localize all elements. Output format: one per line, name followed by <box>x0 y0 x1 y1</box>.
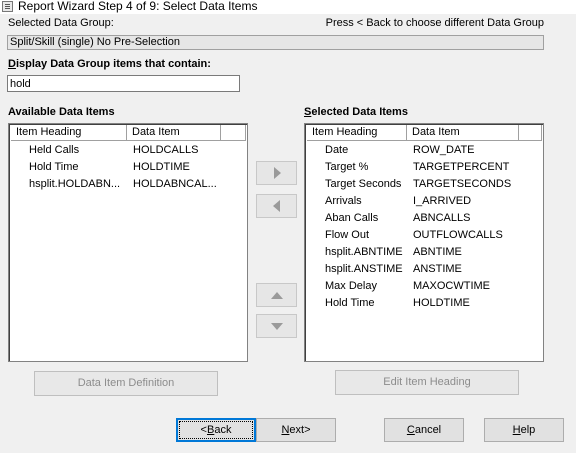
data-item: I_ARRIVED <box>413 195 472 207</box>
list-item[interactable]: Hold Time HOLDTIME <box>11 159 241 176</box>
available-col-item-heading[interactable]: Item Heading <box>11 125 127 141</box>
selected-col-filler <box>519 125 542 141</box>
data-item: HOLDTIME <box>133 161 190 173</box>
available-items-title: Available Data Items <box>8 106 115 118</box>
add-item-button[interactable] <box>256 161 297 185</box>
cancel-label-accel: C <box>406 424 415 436</box>
list-item[interactable]: hsplit.HOLDABN... HOLDABNCAL... <box>11 176 241 193</box>
right-arrow-icon <box>274 167 281 179</box>
data-item: ANSTIME <box>413 263 462 275</box>
help-label-accel: H <box>512 424 521 436</box>
cancel-button[interactable]: Cancel <box>384 418 464 442</box>
data-item-definition-button[interactable]: Data Item Definition <box>34 371 218 396</box>
next-button[interactable]: Next> <box>256 418 336 442</box>
available-col-data-item[interactable]: Data Item <box>127 125 221 141</box>
data-item: ABNTIME <box>413 246 462 258</box>
item-heading: Aban Calls <box>325 212 379 224</box>
item-heading: Arrivals <box>325 195 362 207</box>
item-heading: Hold Time <box>325 297 375 309</box>
list-item[interactable]: Date ROW_DATE <box>307 142 537 159</box>
item-heading: Date <box>325 144 349 156</box>
item-heading: Max Delay <box>325 280 377 292</box>
edit-item-heading-button[interactable]: Edit Item Heading <box>335 370 519 395</box>
item-heading: Flow Out <box>325 229 370 241</box>
filter-label-text: isplay Data Group items that contain: <box>15 58 211 70</box>
help-button[interactable]: Help <box>484 418 564 442</box>
available-items-list[interactable]: Item Heading Data Item Held Calls HOLDCA… <box>8 123 248 362</box>
data-item: TARGETSECONDS <box>413 178 512 190</box>
down-arrow-icon <box>271 323 283 330</box>
data-item: HOLDABNCAL... <box>133 178 217 190</box>
filter-input[interactable] <box>7 75 240 92</box>
list-item[interactable]: hsplit.ANSTIME ANSTIME <box>307 261 537 278</box>
data-item: TARGETPERCENT <box>413 161 510 173</box>
move-down-button[interactable] <box>256 314 297 338</box>
selected-col-item-heading[interactable]: Item Heading <box>307 125 407 141</box>
data-item: MAXOCWTIME <box>413 280 490 292</box>
back-button[interactable]: <Back <box>176 418 256 442</box>
data-item: ROW_DATE <box>413 144 475 156</box>
remove-item-button[interactable] <box>256 194 297 218</box>
data-item: ABNCALLS <box>413 212 471 224</box>
selected-items-title: Selected Data Items <box>304 106 408 118</box>
edit-item-heading-label: Edit Item Heading <box>383 376 471 388</box>
item-heading: Target % <box>325 161 369 173</box>
window-title: Report Wizard Step 4 of 9: Select Data I… <box>18 0 258 13</box>
help-label-rest: elp <box>520 424 536 436</box>
list-item[interactable]: hsplit.ABNTIME ABNTIME <box>307 244 537 261</box>
list-item[interactable]: Max Delay MAXOCWTIME <box>307 278 537 295</box>
app-icon <box>2 1 13 12</box>
filter-label: Display Data Group items that contain: <box>8 58 211 70</box>
item-heading: Target Seconds <box>325 178 402 190</box>
data-item: HOLDCALLS <box>133 144 199 156</box>
item-heading: hsplit.HOLDABN... <box>29 178 121 190</box>
back-label-rest: ack <box>214 424 232 436</box>
list-item[interactable]: Arrivals I_ARRIVED <box>307 193 537 210</box>
list-item[interactable]: Target % TARGETPERCENT <box>307 159 537 176</box>
title-bar: Report Wizard Step 4 of 9: Select Data I… <box>0 0 576 14</box>
list-item[interactable]: Target Seconds TARGETSECONDS <box>307 176 537 193</box>
data-item-definition-label: Data Item Definition <box>77 377 175 389</box>
left-arrow-icon <box>273 200 280 212</box>
filter-label-accel: D <box>8 58 16 70</box>
selected-group-label: Selected Data Group: <box>8 17 114 29</box>
cancel-label-rest: ancel <box>414 424 442 436</box>
up-arrow-icon <box>271 292 283 299</box>
selected-title-text: elected Data Items <box>311 106 408 118</box>
selected-col-data-item[interactable]: Data Item <box>407 125 519 141</box>
selected-items-list[interactable]: Item Heading Data Item Date ROW_DATE Targ… <box>304 123 544 362</box>
list-item[interactable]: Flow Out OUTFLOWCALLS <box>307 227 537 244</box>
list-item[interactable]: Held Calls HOLDCALLS <box>11 142 241 159</box>
item-heading: hsplit.ABNTIME <box>325 246 403 258</box>
data-item: HOLDTIME <box>413 297 470 309</box>
list-item[interactable]: Aban Calls ABNCALLS <box>307 210 537 227</box>
selected-group-field: Split/Skill (single) No Pre-Selection <box>7 35 544 50</box>
available-col-filler <box>221 125 246 141</box>
next-label-rest: ext> <box>289 424 311 436</box>
list-item[interactable]: Hold Time HOLDTIME <box>307 295 537 312</box>
back-hint: Press < Back to choose different Data Gr… <box>325 17 544 29</box>
item-heading: Hold Time <box>29 161 79 173</box>
item-heading: Held Calls <box>29 144 80 156</box>
data-item: OUTFLOWCALLS <box>413 229 503 241</box>
move-up-button[interactable] <box>256 283 297 307</box>
item-heading: hsplit.ANSTIME <box>325 263 403 275</box>
